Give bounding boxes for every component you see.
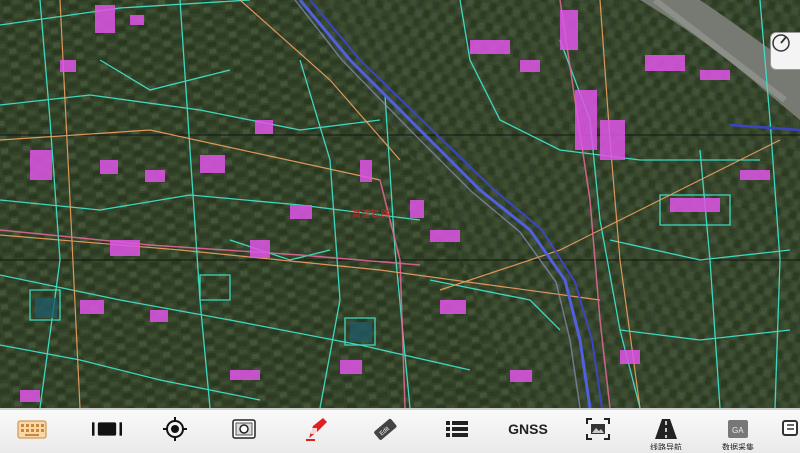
edit-button[interactable]: Edit xyxy=(370,416,400,453)
camera-icon xyxy=(229,416,259,442)
more-button[interactable] xyxy=(780,416,800,453)
crosshair-icon xyxy=(160,416,190,442)
pen-icon xyxy=(301,416,331,442)
tool-label: 线路导航 xyxy=(650,443,682,450)
bottom-toolbar: Edit GNSS 线路导航 GA 数据采集 xyxy=(0,408,800,453)
data-collect-button[interactable]: GA 数据采集 xyxy=(722,416,754,453)
layers-button[interactable] xyxy=(442,416,472,453)
screen-capture-icon xyxy=(583,416,613,442)
navigation-button[interactable]: 线路导航 xyxy=(650,416,682,453)
map-overlay-label: 高速铁路 xyxy=(352,209,391,219)
snapshot-button[interactable] xyxy=(229,416,259,453)
gnss-text-icon: GNSS xyxy=(506,416,550,442)
road-icon xyxy=(651,416,681,442)
screen-capture-button[interactable] xyxy=(583,416,613,453)
gnss-label: GNSS xyxy=(508,421,548,437)
keyboard-icon xyxy=(17,416,47,442)
svg-text:GA: GA xyxy=(732,426,744,435)
full-extent-icon xyxy=(92,416,122,442)
keyboard-button[interactable] xyxy=(17,416,47,453)
draw-button[interactable] xyxy=(301,416,331,453)
locate-button[interactable] xyxy=(160,416,190,453)
compass-button[interactable] xyxy=(770,32,800,70)
satellite-map[interactable] xyxy=(0,0,800,408)
gis-app: 高速铁路 Edit GNSS 线路导航 GA 数据采集 xyxy=(0,0,800,453)
gnss-button[interactable]: GNSS xyxy=(506,416,550,453)
data-box-icon: GA xyxy=(723,416,753,442)
full-extent-button[interactable] xyxy=(92,416,122,453)
edit-tag-icon: Edit xyxy=(370,416,400,442)
layer-list-icon xyxy=(442,416,472,442)
tool-label: 数据采集 xyxy=(722,443,754,450)
more-icon xyxy=(780,416,800,442)
map-view[interactable]: 高速铁路 xyxy=(0,0,800,408)
